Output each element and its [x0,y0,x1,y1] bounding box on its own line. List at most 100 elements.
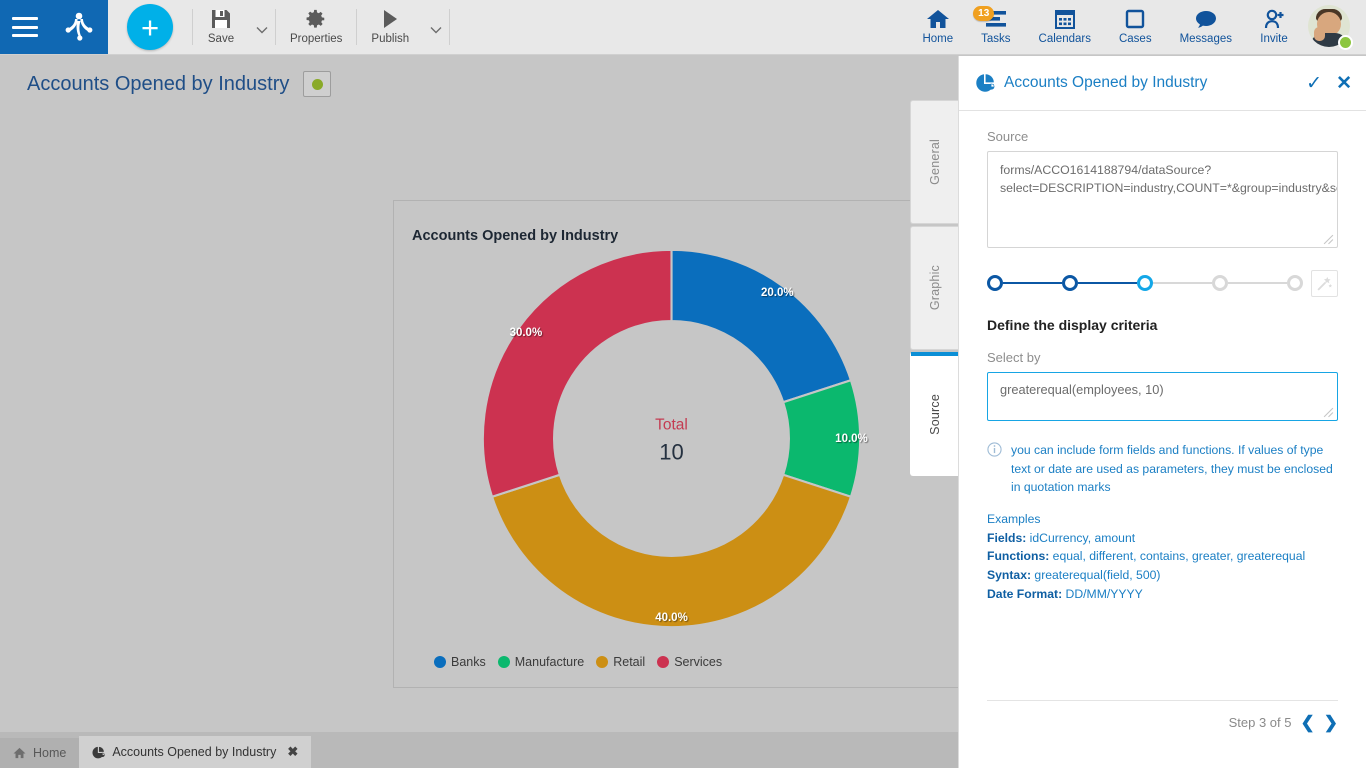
bottom-tab-bar: Home Accounts Opened by Industry ✖ [0,732,958,768]
donut-chart-svg [479,246,864,631]
step-dot-1[interactable] [987,275,1003,291]
chevron-down-icon [256,26,268,34]
pie-chart-small-icon [92,746,105,759]
legend-item[interactable]: Services [657,655,722,669]
home-icon [926,8,950,30]
bottom-tab-accounts-label: Accounts Opened by Industry [112,745,276,759]
cases-icon [1123,8,1147,30]
step-dot-5[interactable] [1287,275,1303,291]
select-by-value: greaterequal(employees, 10) [1000,382,1164,397]
example-syntax-key: Syntax: [987,568,1031,582]
donut-slice[interactable] [492,475,851,627]
nav-cases[interactable]: Cases [1105,4,1166,50]
bottom-tab-home[interactable]: Home [0,738,79,768]
wizard-prev-button[interactable]: ❮ [1301,714,1315,731]
magic-wand-icon [1316,275,1333,292]
stepper-track [987,275,1303,291]
donut-slice[interactable] [672,250,851,402]
nav-tasks[interactable]: 13 Tasks [967,4,1024,50]
add-new-container: + [108,0,192,54]
status-badge[interactable] [303,71,331,97]
legend-item[interactable]: Banks [434,655,486,669]
bizagi-logo-icon[interactable] [62,12,96,42]
wizard-next-button[interactable]: ❯ [1324,714,1338,731]
chart-legend: Banks Manufacture Retail Services [434,655,722,669]
criteria-heading: Define the display criteria [987,317,1338,333]
example-functions: Functions: equal, different, contains, g… [987,547,1338,566]
panel-header: Accounts Opened by Industry ✓ ✕ [959,56,1366,111]
panel-divider [987,700,1338,701]
nav-home[interactable]: Home [908,4,967,50]
bottom-tab-home-label: Home [33,746,66,760]
save-dropdown-caret[interactable] [249,0,275,54]
tasks-badge: 13 [973,6,994,21]
example-dateformat-key: Date Format: [987,587,1062,601]
legend-label: Retail [613,655,645,669]
legend-swatch-icon [434,656,446,668]
wizard-footer: Step 3 of 5 ❮ ❯ [1229,714,1338,731]
wizard-stepper [987,268,1338,298]
top-toolbar: + Save Properties [0,0,1366,55]
nav-calendars-label: Calendars [1039,33,1091,45]
save-button[interactable]: Save [193,0,249,54]
tab-general-label: General [928,139,942,185]
avatar[interactable] [1308,5,1352,49]
calendar-icon [1053,8,1077,30]
save-label: Save [208,33,234,45]
tab-source-label: Source [928,394,942,435]
legend-item[interactable]: Manufacture [498,655,584,669]
panel-close-button[interactable]: ✕ [1336,72,1352,95]
hamburger-menu-icon[interactable] [12,17,38,37]
step-line-3 [1153,282,1212,284]
examples-block: Examples Fields: idCurrency, amount Func… [987,510,1338,605]
page-title-bar: Accounts Opened by Industry [0,56,958,112]
nav-calendars[interactable]: Calendars [1025,4,1105,50]
bottom-tab-accounts[interactable]: Accounts Opened by Industry ✖ [79,736,311,768]
step-dot-4[interactable] [1212,275,1228,291]
example-syntax: Syntax: greaterequal(field, 500) [987,566,1338,585]
source-input[interactable]: forms/ACCO1614188794/dataSource?select=D… [987,151,1338,248]
examples-heading: Examples [987,510,1338,529]
nav-invite[interactable]: Invite [1246,4,1302,50]
example-fields-value: idCurrency, amount [1026,531,1135,545]
design-canvas[interactable]: Accounts Opened by Industry Total 10 20.… [0,112,958,732]
step-line-4 [1228,282,1287,284]
select-by-input[interactable]: greaterequal(employees, 10) [987,372,1338,421]
resize-grip-icon [1323,407,1334,418]
select-by-label: Select by [987,350,1338,365]
step-counter: Step 3 of 5 [1229,715,1292,730]
nav-messages[interactable]: Messages [1166,4,1246,50]
magic-wand-button[interactable] [1311,270,1338,297]
tab-graphic[interactable]: Graphic [910,226,958,350]
legend-item[interactable]: Retail [596,655,645,669]
publish-dropdown-caret[interactable] [423,0,449,54]
tab-graphic-label: Graphic [928,265,942,310]
legend-swatch-icon [596,656,608,668]
panel-confirm-button[interactable]: ✓ [1306,72,1322,95]
source-input-value: forms/ACCO1614188794/dataSource?select=D… [1000,163,1338,195]
publish-button[interactable]: Publish [357,0,423,54]
publish-label: Publish [371,33,409,45]
donut-slice[interactable] [483,250,672,497]
example-fields: Fields: idCurrency, amount [987,529,1338,548]
step-line-2 [1078,282,1137,284]
source-label: Source [987,129,1338,144]
properties-button[interactable]: Properties [276,0,356,54]
legend-swatch-icon [657,656,669,668]
avatar-online-status [1338,35,1353,50]
nav-home-label: Home [922,33,953,45]
chart-widget[interactable]: Accounts Opened by Industry Total 10 20.… [393,200,963,688]
bottom-tab-close-icon[interactable]: ✖ [287,744,298,760]
avatar-hand [1314,27,1325,41]
example-dateformat-value: DD/MM/YYYY [1062,587,1143,601]
tab-general[interactable]: General [910,100,958,224]
legend-label: Banks [451,655,486,669]
tab-source[interactable]: Source [910,352,958,476]
panel-title: Accounts Opened by Industry [1004,74,1306,92]
step-dot-2[interactable] [1062,275,1078,291]
step-dot-3[interactable] [1137,275,1153,291]
panel-vertical-tabs: General Graphic Source [910,100,958,478]
example-dateformat: Date Format: DD/MM/YYYY [987,585,1338,604]
donut-chart[interactable]: Total 10 20.0%10.0%40.0%30.0% [479,246,864,636]
add-new-button[interactable]: + [127,4,173,50]
